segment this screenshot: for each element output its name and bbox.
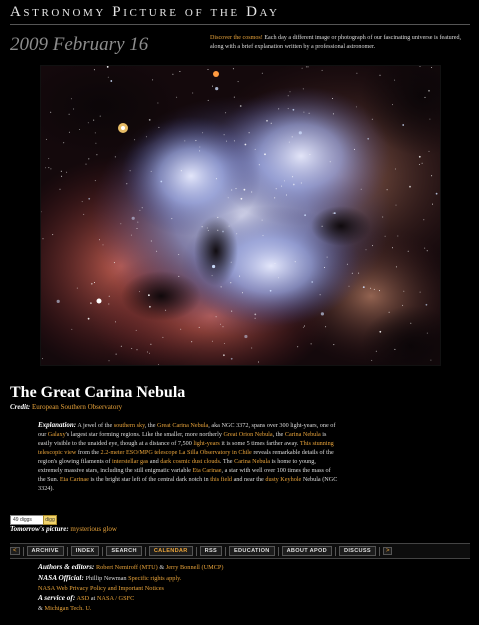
explanation-text: and	[148, 457, 161, 465]
nav-archive[interactable]: ARCHIVE	[26, 546, 64, 556]
explanation-text: A jewel of the	[76, 422, 114, 429]
nav-divider	[334, 546, 336, 556]
nav-divider	[102, 546, 104, 556]
authors-line: Authors & editors: Robert Nemiroff (MTU)…	[38, 562, 338, 573]
nav-about-apod[interactable]: ABOUT APOD	[281, 546, 332, 556]
nav-calendar[interactable]: CALENDAR	[148, 546, 193, 556]
digg-button[interactable]: digg	[43, 515, 57, 525]
nav-divider	[225, 546, 227, 556]
michigan-tech-link[interactable]: Michigan Tech. U.	[44, 605, 91, 612]
picture-title: The Great Carina Nebula	[10, 384, 186, 401]
asd-link[interactable]: ASD	[77, 595, 90, 602]
official-line: NASA Official: Phillip Newman Specific r…	[38, 573, 338, 584]
explanation-text: , the	[272, 430, 285, 438]
nav-divider	[144, 546, 146, 556]
explanation-text: it is some 5 times farther away.	[219, 439, 300, 447]
nebula-picture	[41, 66, 440, 365]
rights-link[interactable]: Specific rights apply.	[128, 575, 181, 582]
privacy-line: NASA Web Privacy Policy and Important No…	[38, 584, 338, 593]
next-day-button[interactable]: >	[382, 547, 393, 555]
nav-rss[interactable]: RSS	[199, 546, 223, 556]
service-line-2: & Michigan Tech. U.	[38, 604, 338, 613]
prev-day-button[interactable]: <	[10, 547, 20, 555]
tomorrow-label: Tomorrow's picture:	[10, 525, 69, 533]
explanation-text: is the bright star left of the central d…	[88, 475, 211, 483]
explanation-text: 's largest star forming regions. Like th…	[65, 430, 224, 438]
explanation-text: and near the	[232, 475, 266, 483]
explanation-link[interactable]: light-years	[193, 440, 219, 447]
nav-index[interactable]: INDEX	[70, 546, 100, 556]
credit-line: Credit: European Southern Observatory	[10, 403, 122, 411]
nav-divider	[22, 546, 24, 556]
nav-divider	[66, 546, 68, 556]
explanation-link[interactable]: southern sky	[114, 422, 145, 429]
nav-discuss[interactable]: DISCUSS	[338, 546, 376, 556]
explanation-link[interactable]: Carina Nebula	[285, 431, 321, 438]
nav-divider	[378, 546, 380, 556]
explanation-text: from the	[76, 448, 101, 456]
explanation-link[interactable]: 2.2-meter ESO/MPG telescope La Silla Obs…	[101, 449, 252, 456]
explanation-link[interactable]: Galaxy	[48, 431, 66, 438]
footer: Authors & editors: Robert Nemiroff (MTU)…	[38, 562, 338, 614]
credit-label: Credit:	[10, 403, 31, 411]
service-line: A service of: ASD at NASA / GSFC	[38, 593, 338, 604]
tomorrow-link[interactable]: mysterious glow	[70, 525, 116, 533]
official-label: NASA Official:	[38, 572, 84, 582]
nav-divider	[195, 546, 197, 556]
nav-divider	[277, 546, 279, 556]
authors-label: Authors & editors:	[38, 562, 95, 571]
explanation-link[interactable]: Carina Nebula	[234, 458, 270, 465]
explanation-text: . The	[219, 457, 235, 465]
author-link-nemiroff[interactable]: Robert Nemiroff (MTU)	[96, 564, 158, 571]
discover-link[interactable]: Discover the cosmos!	[210, 35, 263, 41]
digg-count[interactable]: 49 diggs	[10, 515, 46, 525]
tomorrow-line: Tomorrow's picture: mysterious glow	[10, 525, 117, 533]
intro-text: Discover the cosmos! Each day a differen…	[210, 34, 472, 52]
nasa-gsfc-link[interactable]: NASA / GSFC	[97, 595, 134, 602]
explanation-body: A jewel of the southern sky, the Great C…	[38, 422, 337, 492]
page-date: 2009 February 16	[10, 34, 149, 55]
explanation-link[interactable]: Great Carina Nebula	[157, 422, 208, 429]
explanation-link[interactable]: dusty Keyhole	[265, 476, 301, 483]
site-title: Astronomy Picture of the Day	[10, 4, 280, 20]
apod-image[interactable]	[40, 65, 441, 366]
service-at: at	[89, 595, 97, 603]
explanation: Explanation: A jewel of the southern sky…	[38, 420, 338, 494]
explanation-text: , the	[144, 422, 158, 429]
nav-bar: < ARCHIVE INDEX SEARCH CALENDAR RSS EDUC…	[10, 543, 470, 559]
explanation-link[interactable]: interstellar gas	[112, 458, 148, 465]
author-link-bonnell[interactable]: Jerry Bonnell (UMCP)	[166, 564, 224, 571]
explanation-link[interactable]: Great Orion Nebula	[223, 431, 272, 438]
explanation-link[interactable]: dark cosmic dust clouds	[160, 458, 220, 465]
nav-education[interactable]: EDUCATION	[229, 546, 275, 556]
official-name: Phillip Newman	[83, 574, 129, 582]
privacy-link[interactable]: NASA Web Privacy Policy and Important No…	[38, 585, 164, 592]
authors-and: &	[157, 564, 166, 571]
explanation-label: Explanation:	[38, 421, 77, 429]
nav-search[interactable]: SEARCH	[106, 546, 142, 556]
service-label: A service of:	[38, 593, 76, 603]
title-divider	[10, 24, 470, 25]
explanation-link[interactable]: this field	[210, 476, 232, 483]
explanation-link[interactable]: Eta Carinae	[192, 467, 221, 474]
credit-link[interactable]: European Southern Observatory	[32, 403, 122, 411]
explanation-link[interactable]: Eta Carinae	[60, 476, 89, 483]
